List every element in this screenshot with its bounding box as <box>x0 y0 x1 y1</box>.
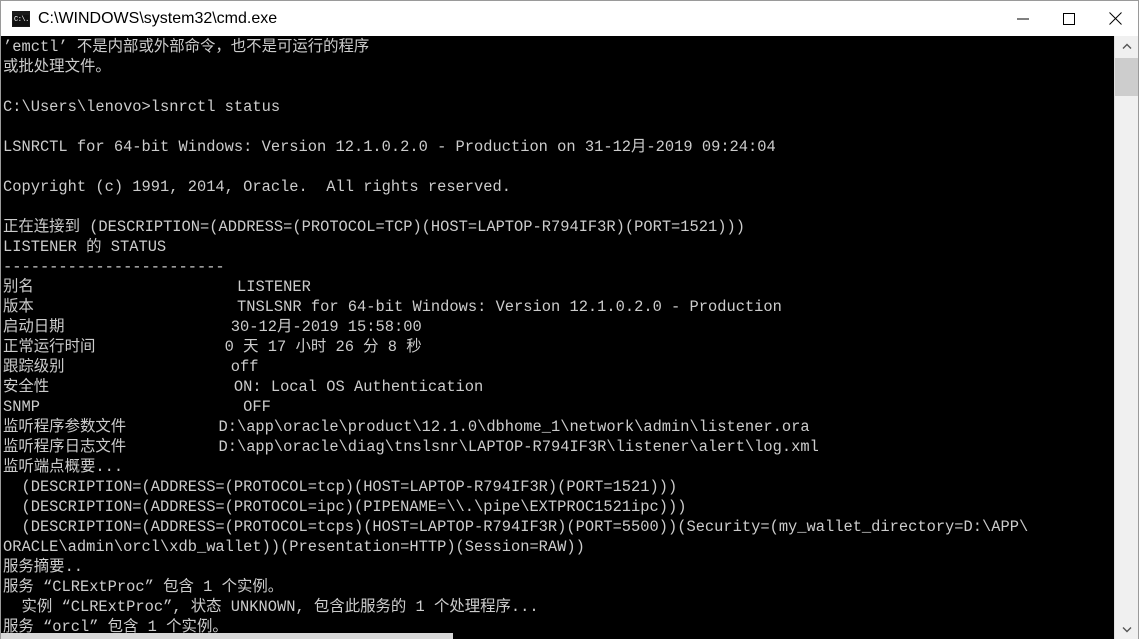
cmd-window: C:\. C:\WINDOWS\system32\cmd.exe ’emctl’… <box>0 0 1139 639</box>
cmd-icon-glyph: C:\. <box>13 14 29 26</box>
close-icon <box>1108 12 1122 25</box>
vertical-scrollbar[interactable] <box>1114 36 1138 639</box>
chevron-down-icon <box>1122 626 1131 632</box>
horizontal-scrollbar-thumb[interactable] <box>1 633 453 639</box>
scroll-down-button[interactable] <box>1115 619 1138 639</box>
minimize-icon <box>1017 18 1029 19</box>
console-text: ’emctl’ 不是内部或外部命令，也不是可运行的程序 或批处理文件。 C:\U… <box>3 38 1029 636</box>
maximize-icon <box>1063 12 1075 25</box>
chevron-up-icon <box>1122 43 1131 49</box>
console-output-area[interactable]: ’emctl’ 不是内部或外部命令，也不是可运行的程序 或批处理文件。 C:\U… <box>1 36 1114 639</box>
window-title: C:\WINDOWS\system32\cmd.exe <box>38 9 278 27</box>
minimize-button[interactable] <box>1000 1 1046 36</box>
cmd-icon: C:\. <box>12 10 30 27</box>
vertical-scrollbar-thumb[interactable] <box>1115 58 1138 96</box>
close-button[interactable] <box>1092 1 1138 36</box>
window-controls <box>1000 1 1138 36</box>
maximize-button[interactable] <box>1046 1 1092 36</box>
scroll-up-button[interactable] <box>1115 36 1138 56</box>
title-bar[interactable]: C:\. C:\WINDOWS\system32\cmd.exe <box>1 1 1138 36</box>
horizontal-scrollbar[interactable] <box>1 633 1114 639</box>
